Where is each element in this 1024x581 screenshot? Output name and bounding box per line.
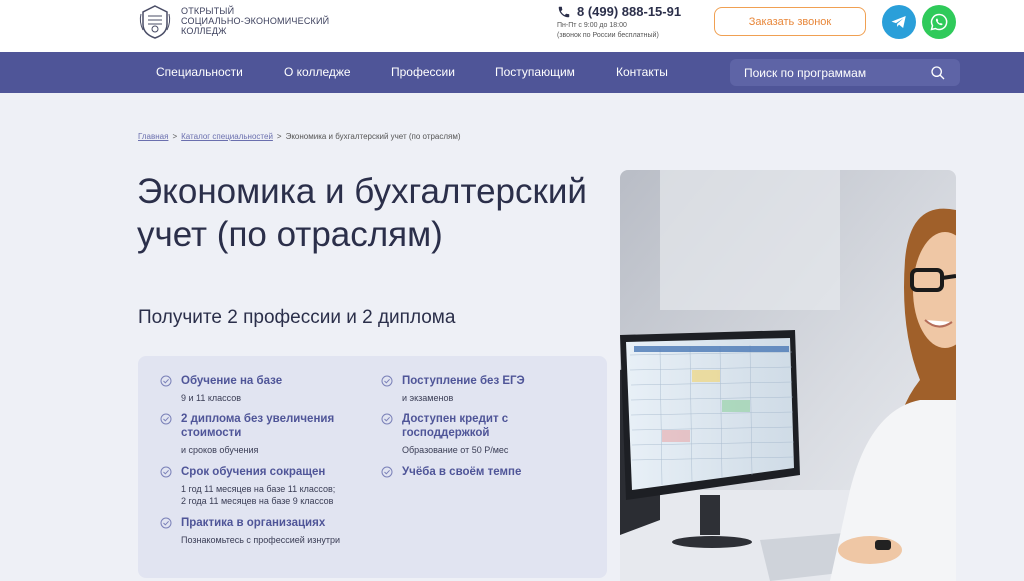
benefit-item: Доступен кредит с господдержкой Образован… xyxy=(381,412,531,456)
breadcrumb: Главная > Каталог специальностей > Эконо… xyxy=(138,132,461,141)
benefit-title: 2 диплома без увеличения стоимости xyxy=(181,413,335,439)
check-circle-icon xyxy=(381,466,393,478)
benefits-card: Обучение на базе 9 и 11 классов 2 диплома… xyxy=(138,356,607,578)
page-subtitle: Получите 2 профессии и 2 диплома xyxy=(138,307,456,328)
nav-item-specialties[interactable]: Специальности xyxy=(156,52,243,93)
hero-image xyxy=(620,170,956,581)
benefit-item: Практика в организациях Познакомьтесь с п… xyxy=(160,516,360,546)
check-circle-icon xyxy=(160,517,172,529)
college-emblem-icon xyxy=(139,5,171,39)
benefit-desc: 1 год 11 месяцев на базе 11 классов; 2 г… xyxy=(181,484,336,506)
benefit-title: Доступен кредит с господдержкой xyxy=(402,413,509,439)
search-box xyxy=(730,59,960,86)
telegram-icon xyxy=(891,16,906,28)
breadcrumb-current: Экономика и бухгалтерский учет (по отрас… xyxy=(285,132,461,141)
benefit-item: Обучение на базе 9 и 11 классов xyxy=(160,374,360,404)
phone-icon xyxy=(558,6,570,17)
header: ОТКРЫТЫЙ СОЦИАЛЬНО-ЭКОНОМИЧЕСКИЙ КОЛЛЕДЖ… xyxy=(0,0,1024,52)
benefit-item: Срок обучения сокращен 1 год 11 месяцев н… xyxy=(160,465,370,507)
check-circle-icon xyxy=(381,413,393,425)
logo-line: СОЦИАЛЬНО-ЭКОНОМИЧЕСКИЙ xyxy=(181,16,330,26)
hours-line: Пн-Пт с 9:00 до 18:00 xyxy=(557,22,627,29)
phone-hours: Пн-Пт с 9:00 до 18:00 (звонок по России … xyxy=(557,21,681,41)
check-circle-icon xyxy=(160,375,172,387)
page-title: Экономика и бухгалтерский учет (по отрас… xyxy=(137,172,587,254)
breadcrumb-catalog[interactable]: Каталог специальностей xyxy=(181,132,273,141)
benefit-title: Срок обучения сокращен xyxy=(181,466,326,478)
logo-text: ОТКРЫТЫЙ СОЦИАЛЬНО-ЭКОНОМИЧЕСКИЙ КОЛЛЕДЖ xyxy=(181,6,329,36)
main-nav: Специальности О колледже Профессии Посту… xyxy=(0,52,1024,93)
whatsapp-icon xyxy=(930,13,948,31)
benefit-item: Поступление без ЕГЭ и экзаменов xyxy=(381,374,591,404)
breadcrumb-separator: > xyxy=(172,132,178,141)
benefit-title: Обучение на базе xyxy=(181,375,283,387)
check-circle-icon xyxy=(160,413,172,425)
breadcrumb-separator: > xyxy=(276,132,282,141)
nav-item-about[interactable]: О колледже xyxy=(284,52,351,93)
benefit-item: 2 диплома без увеличения стоимости и срок… xyxy=(160,412,360,456)
check-circle-icon xyxy=(381,375,393,387)
logo-line: ОТКРЫТЫЙ xyxy=(181,6,235,16)
check-circle-icon xyxy=(160,466,172,478)
nav-item-contacts[interactable]: Контакты xyxy=(616,52,668,93)
logo-line: КОЛЛЕДЖ xyxy=(181,26,227,36)
benefit-desc: Познакомьтесь с профессией изнутри xyxy=(181,535,341,545)
nav-item-professions[interactable]: Профессии xyxy=(391,52,455,93)
whatsapp-button[interactable] xyxy=(922,5,956,39)
benefit-title: Учёба в своём темпе xyxy=(402,466,522,478)
phone-number[interactable]: 8 (499) 888-15-91 xyxy=(577,4,681,19)
benefit-desc: и сроков обучения xyxy=(181,445,259,455)
benefit-item: Учёба в своём темпе xyxy=(381,465,591,479)
benefit-title: Поступление без ЕГЭ xyxy=(402,375,525,387)
benefit-desc: Образование от 50 Р/мес xyxy=(402,445,509,455)
benefit-desc: и экзаменов xyxy=(402,393,454,403)
callback-button[interactable]: Заказать звонок xyxy=(714,7,866,36)
hours-line: (звонок по России бесплатный) xyxy=(557,32,659,39)
nav-item-applicants[interactable]: Поступающим xyxy=(495,52,575,93)
phone-block: 8 (499) 888-15-91 Пн-Пт с 9:00 до 18:00 … xyxy=(557,4,681,41)
search-input[interactable] xyxy=(730,59,920,86)
logo[interactable]: ОТКРЫТЫЙ СОЦИАЛЬНО-ЭКОНОМИЧЕСКИЙ КОЛЛЕДЖ xyxy=(137,4,329,40)
search-icon[interactable] xyxy=(930,65,946,81)
benefit-title: Практика в организациях xyxy=(181,517,326,529)
breadcrumb-home[interactable]: Главная xyxy=(138,132,168,141)
hero-illustration xyxy=(620,170,956,581)
telegram-button[interactable] xyxy=(882,5,916,39)
benefit-desc: 9 и 11 классов xyxy=(181,393,242,403)
